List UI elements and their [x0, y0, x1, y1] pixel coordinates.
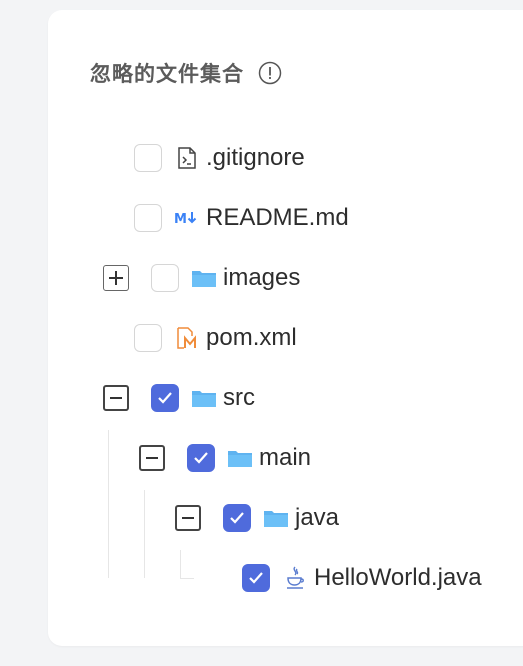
collapse-icon[interactable]: [175, 505, 201, 531]
tree-guide-line: [108, 430, 109, 578]
checkbox[interactable]: [134, 144, 162, 172]
maven-icon: [174, 325, 200, 351]
info-circle-icon[interactable]: [258, 61, 282, 85]
folder-icon: [263, 505, 289, 531]
folder-icon: [227, 445, 253, 471]
svg-text:M: M: [174, 212, 187, 227]
node-label: src: [223, 384, 255, 411]
checkbox-checked[interactable]: [223, 504, 251, 532]
tree-node-images[interactable]: images: [103, 258, 300, 298]
expand-icon[interactable]: [103, 265, 129, 291]
node-label: images: [223, 264, 301, 291]
markdown-icon: M: [174, 205, 200, 231]
tree-node-pom[interactable]: pom.xml: [134, 318, 297, 358]
tree-node-main[interactable]: main: [139, 438, 311, 478]
panel-header: 忽略的文件集合: [90, 58, 282, 88]
tree-guide-line: [144, 490, 145, 578]
checkbox-checked[interactable]: [242, 564, 270, 592]
node-label: main: [259, 444, 312, 471]
terminal-file-icon: [174, 145, 200, 171]
checkbox[interactable]: [134, 204, 162, 232]
node-label: README.md: [206, 204, 349, 231]
folder-icon: [191, 385, 217, 411]
collapse-icon[interactable]: [103, 385, 129, 411]
tree-guide-line: [180, 578, 194, 579]
node-label: pom.xml: [206, 324, 297, 351]
panel-title: 忽略的文件集合: [90, 62, 244, 86]
tree-guide-line: [180, 550, 181, 578]
tree-node-src[interactable]: src: [103, 378, 255, 418]
tree-node-gitignore[interactable]: .gitignore: [134, 138, 305, 178]
tree-node-java[interactable]: java: [175, 498, 339, 538]
folder-icon: [191, 265, 217, 291]
node-label: HelloWorld.java: [314, 564, 482, 591]
tree-node-readme[interactable]: M README.md: [134, 198, 349, 238]
checkbox[interactable]: [151, 264, 179, 292]
checkbox-checked[interactable]: [187, 444, 215, 472]
checkbox[interactable]: [134, 324, 162, 352]
node-label: java: [295, 504, 340, 531]
checkbox-checked[interactable]: [151, 384, 179, 412]
java-icon: [282, 565, 308, 591]
node-label: .gitignore: [206, 144, 305, 171]
collapse-icon[interactable]: [139, 445, 165, 471]
tree-node-helloworld[interactable]: HelloWorld.java: [242, 558, 482, 598]
